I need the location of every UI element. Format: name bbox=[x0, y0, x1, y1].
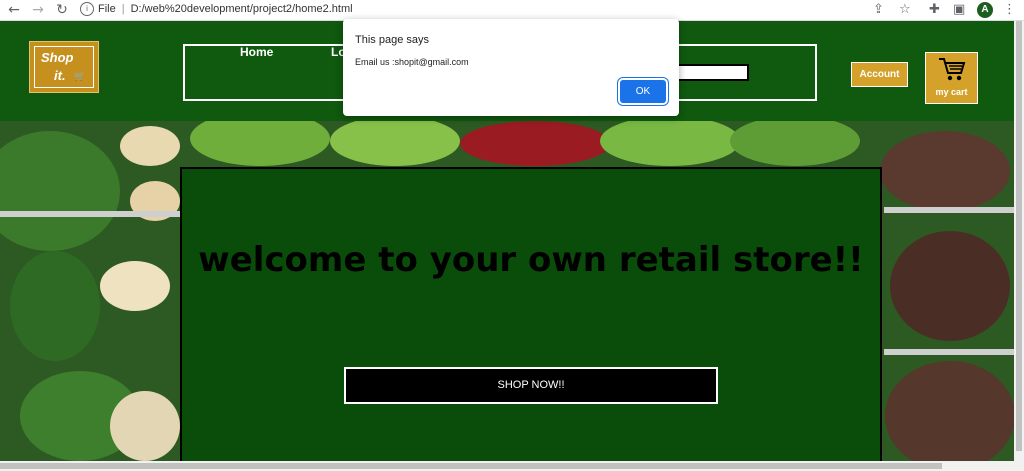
cart-label: my cart bbox=[935, 87, 968, 97]
forward-arrow-icon[interactable]: → bbox=[30, 2, 46, 18]
avatar[interactable]: A bbox=[977, 2, 993, 18]
menu-icon[interactable]: ⋮ bbox=[1003, 2, 1016, 18]
logo-cart-icon: 🛒 bbox=[74, 71, 86, 81]
cart-button[interactable]: my cart bbox=[925, 52, 978, 104]
sidebar-icon[interactable]: ▣ bbox=[953, 2, 965, 18]
info-icon[interactable]: i bbox=[80, 2, 94, 17]
search-input[interactable] bbox=[667, 64, 749, 81]
url-text[interactable]: D:/web%20development/project2/home2.html bbox=[131, 3, 353, 15]
alert-dialog: This page says Email us :shopit@gmail.co… bbox=[343, 19, 679, 116]
hero-title: welcome to your own retail store!! bbox=[198, 240, 864, 280]
vertical-scrollbar-thumb[interactable] bbox=[1016, 21, 1022, 451]
star-icon[interactable]: ☆ bbox=[899, 2, 911, 18]
shop-now-button[interactable]: SHOP NOW!! bbox=[344, 367, 718, 404]
file-label: File bbox=[98, 3, 116, 15]
address-bar[interactable]: i File | D:/web%20development/project2/home… bbox=[80, 0, 353, 18]
horizontal-scrollbar-thumb[interactable] bbox=[0, 463, 942, 469]
hero-card bbox=[180, 167, 882, 467]
alert-title: This page says bbox=[355, 34, 429, 46]
logo-line1: Shop bbox=[41, 50, 74, 65]
site-logo[interactable]: Shop it. 🛒 bbox=[29, 41, 99, 93]
browser-toolbar: ← → ↻ i File | D:/web%20development/project… bbox=[0, 0, 1024, 21]
account-button[interactable]: Account bbox=[851, 62, 908, 87]
nav-home-link[interactable]: Home bbox=[240, 45, 273, 59]
horizontal-scrollbar[interactable] bbox=[0, 461, 1024, 471]
reload-icon[interactable]: ↻ bbox=[54, 2, 70, 18]
extensions-icon[interactable]: ✚ bbox=[929, 2, 940, 18]
vertical-scrollbar[interactable] bbox=[1014, 21, 1024, 461]
logo-line2: it. bbox=[54, 68, 66, 83]
alert-message: Email us :shopit@gmail.com bbox=[355, 57, 469, 67]
back-arrow-icon[interactable]: ← bbox=[6, 2, 22, 18]
alert-ok-button[interactable]: OK bbox=[620, 80, 666, 103]
cart-icon bbox=[939, 58, 966, 81]
share-icon[interactable]: ⇪ bbox=[873, 2, 884, 18]
